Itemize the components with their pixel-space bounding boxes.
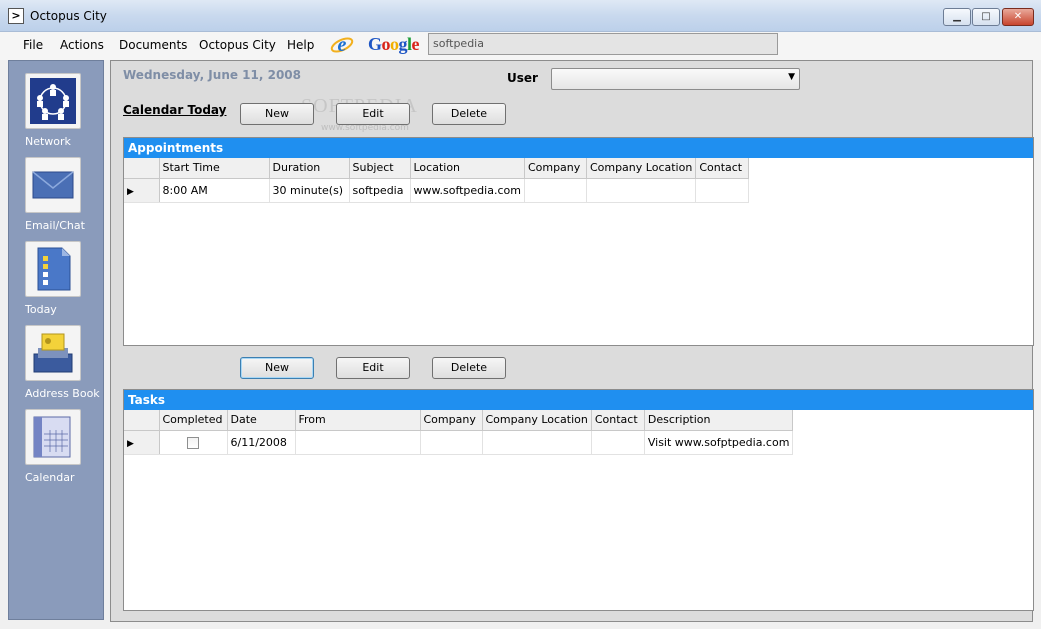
table-row[interactable]: ▶ 6/11/2008 Visit www.sofptpedia.com [124,430,794,455]
internet-explorer-icon[interactable]: e [330,33,354,57]
sidebar-item-calendar[interactable] [25,409,81,465]
task-delete-button[interactable]: Delete [432,357,506,379]
appointments-header: Appointments [124,138,1033,158]
row-pointer-icon: ▶ [127,186,134,197]
sidebar-label-today: Today [25,303,57,316]
row-selector[interactable]: ▶ [124,178,160,203]
cell-location[interactable]: www.softpedia.com [410,178,525,203]
row-pointer-icon: ▶ [127,438,134,449]
row-header-corner [124,158,160,179]
menu-actions[interactable]: Actions [60,38,104,52]
table-row[interactable]: ▶ 8:00 AM 30 minute(s) softpedia www.sof… [124,178,750,203]
cell-duration[interactable]: 30 minute(s) [269,178,350,203]
appointments-panel: Appointments Start Time Duration Subject… [123,137,1034,346]
window-title: Octopus City [30,9,107,23]
menu-documents[interactable]: Documents [119,38,187,52]
sidebar-label-address-book: Address Book [25,387,100,400]
cell-completed[interactable] [159,430,228,455]
tasks-header: Tasks [124,390,1033,410]
row-header-corner [124,410,160,431]
tasks-panel: Tasks Completed Date From Company Compan… [123,389,1034,611]
col-date[interactable]: Date [227,410,296,431]
col-subject[interactable]: Subject [349,158,411,179]
col-description[interactable]: Description [644,410,794,431]
col-company-location[interactable]: Company Location [586,158,697,179]
chevron-down-icon: ▼ [788,72,795,82]
cell-date[interactable]: 6/11/2008 [227,430,296,455]
task-new-button[interactable]: New [240,357,314,379]
address-book-icon [33,333,73,373]
cell-contact[interactable] [695,178,750,203]
google-logo[interactable]: Google [368,34,420,55]
cell-company-location[interactable] [482,430,592,455]
appointments-table: Start Time Duration Subject Location Com… [124,158,750,203]
col-company-location[interactable]: Company Location [482,410,592,431]
close-button[interactable]: ✕ [1002,8,1034,26]
cell-subject[interactable]: softpedia [349,178,411,203]
cell-company[interactable] [524,178,587,203]
minimize-button[interactable]: ▁ [943,8,971,26]
cell-contact[interactable] [591,430,645,455]
col-location[interactable]: Location [410,158,525,179]
appointment-new-button[interactable]: New [240,103,314,125]
completed-checkbox[interactable] [186,436,199,449]
task-edit-button[interactable]: Edit [336,357,410,379]
row-selector[interactable]: ▶ [124,430,160,455]
col-contact[interactable]: Contact [591,410,645,431]
appointment-edit-button[interactable]: Edit [336,103,410,125]
col-duration[interactable]: Duration [269,158,350,179]
menu-file[interactable]: File [23,38,43,52]
col-contact[interactable]: Contact [695,158,750,179]
appointments-header-row: Start Time Duration Subject Location Com… [124,158,750,179]
col-completed[interactable]: Completed [159,410,228,431]
title-bar: > Octopus City ▁ □ ✕ [0,0,1041,32]
calendar-icon [33,416,71,458]
envelope-icon [32,171,74,199]
menu-bar: File Actions Documents Octopus City Help… [0,32,1041,60]
cell-description[interactable]: Visit www.sofptpedia.com [644,430,794,455]
sidebar-item-today[interactable] [25,241,81,297]
cell-from[interactable] [295,430,421,455]
col-from[interactable]: From [295,410,421,431]
menu-octopus-city[interactable]: Octopus City [199,38,276,52]
tasks-header-row: Completed Date From Company Company Loca… [124,410,794,431]
user-label: User [507,71,538,85]
sidebar-label-network: Network [25,135,71,148]
cell-start-time[interactable]: 8:00 AM [159,178,270,203]
appointment-delete-button[interactable]: Delete [432,103,506,125]
maximize-button[interactable]: □ [972,8,1000,26]
google-search-input[interactable]: softpedia [428,33,778,55]
col-company[interactable]: Company [420,410,483,431]
app-icon: > [8,8,24,24]
main-panel: Wednesday, June 11, 2008 User ▼ Calendar… [110,60,1034,622]
sidebar-item-email-chat[interactable] [25,157,81,213]
sidebar-item-network[interactable] [25,73,81,129]
network-icon [30,78,76,124]
menu-help[interactable]: Help [287,38,314,52]
sidebar-item-address-book[interactable] [25,325,81,381]
cell-company[interactable] [420,430,483,455]
col-company[interactable]: Company [524,158,587,179]
calendar-today-heading: Calendar Today [123,103,227,117]
col-start-time[interactable]: Start Time [159,158,270,179]
current-date: Wednesday, June 11, 2008 [123,68,302,82]
user-select[interactable]: ▼ [551,68,800,90]
sidebar: Network Email/Chat Today Address Book Ca… [8,60,104,620]
sidebar-label-calendar: Calendar [25,471,75,484]
cell-company-location[interactable] [586,178,697,203]
svg-text:e: e [338,34,347,56]
sidebar-label-email-chat: Email/Chat [25,219,85,232]
tasks-table: Completed Date From Company Company Loca… [124,410,794,455]
checklist-icon [37,247,71,291]
